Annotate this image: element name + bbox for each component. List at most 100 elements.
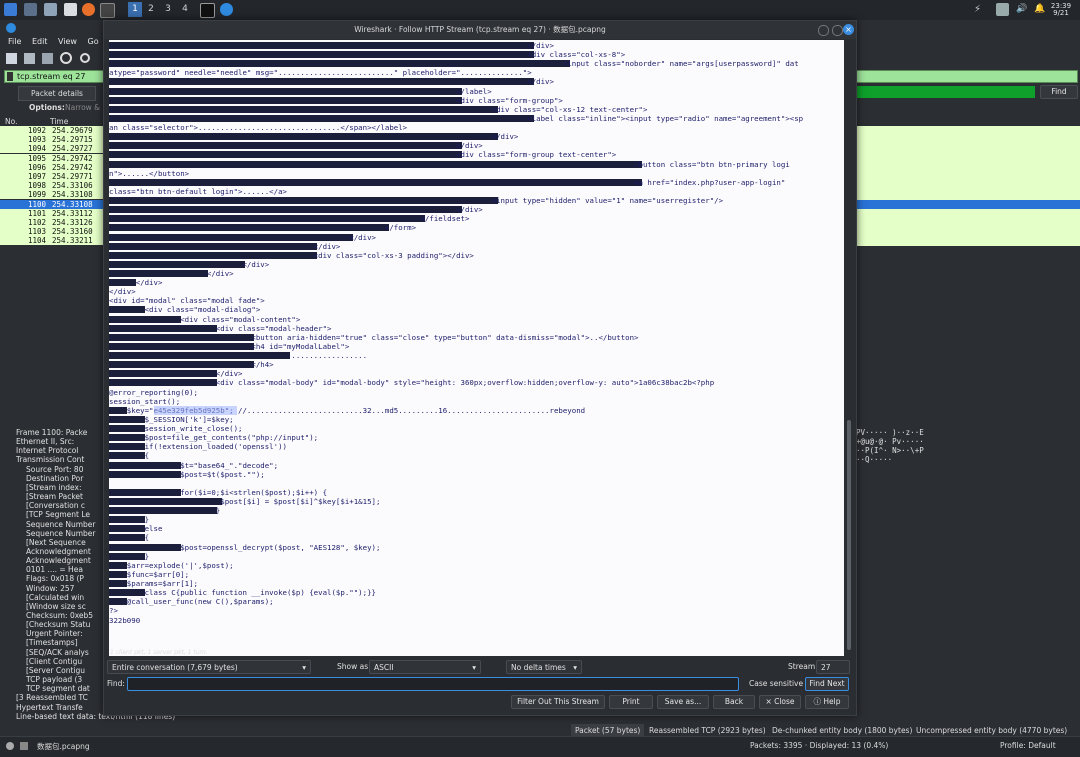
dialog-max-icon[interactable] [832, 25, 843, 36]
search-icon[interactable] [80, 53, 90, 63]
workspace-4[interactable]: 4 [178, 2, 192, 17]
tree-item[interactable]: [TCP Segment Le [26, 510, 90, 519]
tree-item[interactable]: Sequence Number [26, 529, 96, 538]
firefox-icon[interactable] [82, 3, 95, 16]
shell-icon[interactable] [100, 3, 115, 18]
tree-item[interactable]: [Window size sc [26, 602, 86, 611]
stream-scrollbar[interactable] [845, 40, 853, 656]
tree-item[interactable]: [Next Sequence [26, 538, 86, 547]
options-gear-icon[interactable] [60, 52, 72, 64]
menu-view[interactable]: View [58, 37, 77, 46]
packet-row[interactable]: 1096 254.29742 [0, 162, 103, 172]
tree-item[interactable]: [3 Reassembled TC [16, 693, 88, 702]
notification-icon[interactable]: 🔔 [1034, 3, 1047, 16]
wireshark-window-icon[interactable] [220, 3, 233, 16]
find-input[interactable] [127, 677, 739, 691]
packet-row[interactable]: 1094 254.29727 [0, 144, 103, 154]
menu-edit[interactable]: Edit [32, 37, 48, 46]
find-button[interactable]: Find [1040, 85, 1078, 99]
packet-row[interactable]: 1102 254.33126 [0, 218, 103, 227]
tree-item[interactable]: Source Port: 80 [26, 465, 83, 474]
workspace-1[interactable]: 1 [128, 2, 142, 17]
column-time[interactable]: Time [50, 117, 68, 126]
packet-row[interactable]: 1098 254.33106 [0, 181, 103, 191]
packet-row[interactable]: 1104 254.33211 [0, 236, 103, 246]
restart-capture-icon[interactable] [42, 53, 53, 64]
volume-icon[interactable]: 🔊 [1016, 3, 1029, 16]
tree-item[interactable]: Acknowledgment [26, 556, 91, 565]
tree-item[interactable]: Window: 257 [26, 584, 74, 593]
packet-time: 254.29742 [52, 153, 93, 163]
menu-go[interactable]: Go [88, 37, 99, 46]
workspace-3[interactable]: 3 [161, 2, 175, 17]
tree-item[interactable]: [SEQ/ACK analys [26, 648, 89, 657]
stop-capture-icon[interactable] [24, 53, 35, 64]
print-button[interactable]: Print [609, 695, 653, 709]
dialog-close-icon[interactable]: × [843, 24, 854, 35]
tree-item[interactable]: [Stream Packet [26, 492, 83, 501]
dialog-min-icon[interactable] [818, 25, 829, 36]
filter-out-button[interactable]: Filter Out This Stream [511, 695, 605, 709]
tree-item[interactable]: [Client Contigu [26, 657, 82, 666]
tree-item[interactable]: [Checksum Statu [26, 620, 90, 629]
packet-row[interactable]: 1099 254.33108 [0, 190, 103, 200]
tray-icon-1[interactable] [996, 3, 1009, 16]
desktop-icon[interactable] [24, 3, 37, 16]
packet-row[interactable]: 1095 254.29742 [0, 153, 103, 163]
tree-item[interactable]: Acknowledgment [26, 547, 91, 556]
tree-item[interactable]: [Server Contigu [26, 666, 85, 675]
packet-row[interactable]: 1103 254.33160 [0, 227, 103, 237]
shark-fin-icon[interactable] [6, 53, 17, 64]
packet-row[interactable]: 1092 254.29679 [0, 126, 103, 135]
status-profile[interactable]: Profile: Default [1000, 741, 1056, 750]
filter-bookmark-icon[interactable] [7, 72, 13, 81]
packet-details-button[interactable]: Packet details [18, 86, 96, 101]
options-value[interactable]: Narrow & [65, 103, 100, 112]
tree-item[interactable]: Hypertext Transfe [16, 703, 83, 712]
tree-item[interactable]: Destination Por [26, 474, 83, 483]
stream-line: </div> [109, 369, 243, 379]
scrollbar-thumb[interactable] [847, 420, 851, 650]
status-edit-icon[interactable] [20, 742, 28, 750]
packet-row[interactable]: 1097 254.29771 [0, 172, 103, 181]
stream-text-area[interactable]: </div> <div class="col-xs-8"> <input cla… [109, 40, 844, 656]
menu-file[interactable]: File [8, 37, 21, 46]
tree-item[interactable]: TCP segment dat [26, 684, 90, 693]
tree-item[interactable]: Internet Protocol [16, 446, 78, 455]
tree-item[interactable]: 0101 .... = Hea [26, 565, 83, 574]
case-sensitive-checkbox[interactable]: Case sensitive [749, 677, 803, 691]
workspace-2[interactable]: 2 [144, 2, 158, 17]
show-as-select[interactable]: ASCII ▾ [369, 660, 481, 674]
delta-select[interactable]: No delta times ▾ [506, 660, 582, 674]
toolbar [4, 52, 100, 66]
tree-item[interactable]: [Calculated win [26, 593, 84, 602]
tree-item[interactable]: Ethernet II, Src: [16, 437, 74, 446]
tree-item[interactable]: Sequence Number [26, 520, 96, 529]
find-next-button[interactable]: Find Next [805, 677, 849, 691]
back-button[interactable]: Back [713, 695, 755, 709]
packet-row[interactable]: 1093 254.29715 [0, 135, 103, 145]
tree-item[interactable]: TCP payload (3 [26, 675, 82, 684]
display-filter-input[interactable]: tcp.stream eq 27 [17, 71, 85, 82]
column-no[interactable]: No. [5, 117, 17, 126]
terminal-icon[interactable] [64, 3, 77, 16]
tree-item[interactable]: Urgent Pointer: [26, 629, 83, 638]
close-button[interactable]: × Close [759, 695, 801, 709]
tree-item[interactable]: Transmission Cont [16, 455, 84, 464]
tree-item[interactable]: Flags: 0x018 (P [26, 574, 84, 583]
tree-item[interactable]: [Timestamps] [26, 638, 78, 647]
tree-item[interactable]: Frame 1100: Packe [16, 428, 87, 437]
kali-menu-icon[interactable]: ⚡ [974, 3, 987, 16]
tree-item[interactable]: [Stream index: [26, 483, 82, 492]
packet-row[interactable]: 1101 254.33112 [0, 208, 103, 218]
save-as-button[interactable]: Save as... [657, 695, 709, 709]
conversation-select[interactable]: Entire conversation (7,679 bytes) ▾ [107, 660, 311, 674]
tree-item[interactable]: [Conversation c [26, 501, 85, 510]
stream-spinbox[interactable]: 27 [816, 660, 850, 674]
app-menu-icon[interactable] [4, 3, 17, 16]
tree-item[interactable]: Checksum: 0xeb5 [26, 611, 93, 620]
help-button[interactable]: ⓘ Help [805, 695, 849, 709]
terminal-window-icon[interactable] [200, 3, 215, 18]
find-bar-green[interactable] [855, 86, 1035, 98]
file-manager-icon[interactable] [44, 3, 57, 16]
